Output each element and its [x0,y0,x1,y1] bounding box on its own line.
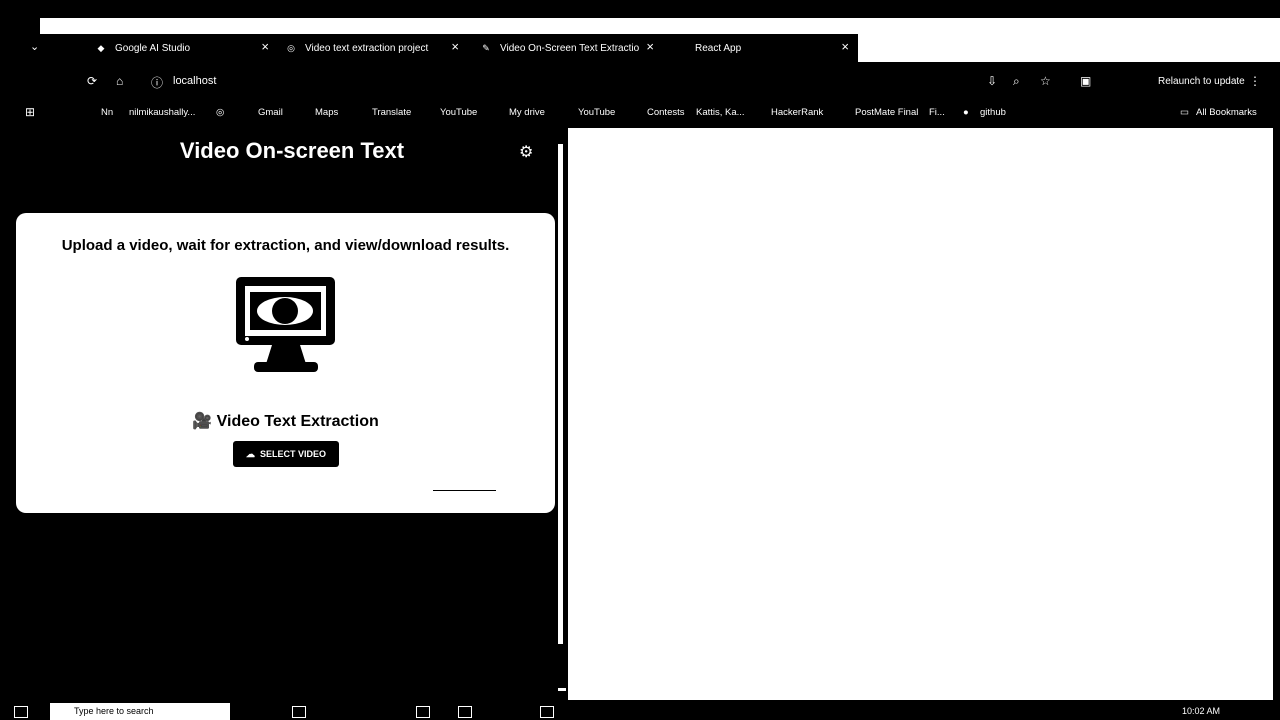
close-icon[interactable]: × [261,40,269,54]
github-icon: ● [963,107,969,118]
diamond-icon: ◆ [97,42,105,53]
select-video-button[interactable]: ☁ SELECT VIDEO [233,441,339,467]
close-icon[interactable]: × [451,40,459,54]
tab-video-onscreen-text-extraction[interactable]: ✎ Video On-Screen Text Extractio × [480,34,660,62]
extensions-icon[interactable]: ▣ [1080,74,1091,88]
bookmarks-bar: ⊞ Nn nilmikaushally... ◎ Gmail Maps Tran… [0,98,1280,128]
close-icon[interactable]: × [841,40,849,54]
bookmark-postmate-final[interactable]: PostMate Final [855,107,918,118]
upload-card: Upload a video, wait for extraction, and… [16,213,555,513]
menu-kebab-icon[interactable]: ⋮ [1249,74,1261,88]
site-info-icon[interactable]: ⓘ [151,74,163,91]
tab-strip-empty-area [858,34,1280,62]
calendar-icon[interactable] [458,706,472,718]
task-view-icon[interactable] [292,706,306,718]
bookmark-item[interactable]: nilmikaushally... [129,107,195,118]
browser-tab-strip: ⌄ ◆ Google AI Studio × ◎ Video text extr… [0,0,1280,62]
bookmark-youtube[interactable]: YouTube [578,107,615,118]
windows-taskbar: Type here to search 10:02 AM [0,700,1280,720]
bookmark-item[interactable]: Fi... [929,107,945,118]
tab-label: Google AI Studio [115,42,191,54]
bookmark-maps[interactable]: Maps [315,107,338,118]
folder-icon: ▭ [1180,107,1189,118]
bookmark-gmail[interactable]: Gmail [258,107,283,118]
tab-label: React App [695,42,742,54]
bookmark-translate[interactable]: Translate [372,107,411,118]
page-title: Video On-screen Text [179,138,405,163]
cloud-upload-icon: ☁ [245,448,255,459]
tab-search-chevron-icon[interactable]: ⌄ [30,40,39,53]
address-bar[interactable]: localhost [173,75,216,87]
scrollbar[interactable] [558,144,563,644]
app-panel: Video On-screen Text ⚙ Upload a video, w… [16,130,558,690]
zoom-icon[interactable]: ⌕ [1013,74,1020,89]
file-explorer-icon[interactable] [416,706,430,718]
globe-icon: ◎ [287,42,295,53]
bookmark-contests[interactable]: Contests [647,107,685,118]
pencil-icon: ✎ [482,42,490,53]
close-icon[interactable]: × [646,40,654,54]
bookmark-my-drive[interactable]: My drive [509,107,545,118]
tab-label: Video On-Screen Text Extractio [500,42,640,54]
tab-label: Video text extraction project [305,42,429,54]
bookmark-youtube[interactable]: YouTube [440,107,477,118]
gear-icon[interactable]: ⚙ [519,142,533,162]
results-pane [568,128,1273,700]
divider [433,490,496,491]
tab-google-ai-studio[interactable]: ◆ Google AI Studio × [95,34,275,62]
start-windows-icon[interactable] [14,706,28,718]
bookmark-kattis[interactable]: Kattis, Ka... [696,107,745,118]
apps-grid-icon[interactable]: ⊞ [25,105,35,119]
app-icon[interactable] [540,706,554,718]
globe-icon[interactable]: ◎ [216,107,224,118]
video-camera-icon: 🎥 [192,413,213,430]
bookmark-item[interactable]: Nn [101,107,113,118]
browser-toolbar: ⟳ ⌂ ⓘ localhost ⇩ ⌕ ☆ ▣ Relaunch to upda… [0,62,1280,98]
tab-video-text-extraction-project[interactable]: ◎ Video text extraction project × [285,34,465,62]
monitor-eye-icon [236,277,335,372]
all-bookmarks[interactable]: All Bookmarks [1196,107,1257,118]
clock-time[interactable]: 10:02 AM [1182,706,1220,716]
taskbar-search-input[interactable]: Type here to search [50,703,230,720]
scrollbar-end [558,688,566,691]
star-icon[interactable]: ☆ [1040,74,1051,88]
extraction-title: 🎥 Video Text Extraction [192,413,379,430]
card-heading: Upload a video, wait for extraction, and… [61,237,510,254]
install-icon[interactable]: ⇩ [987,74,997,88]
home-icon[interactable]: ⌂ [116,74,123,88]
bookmark-github[interactable]: github [980,107,1006,118]
bookmark-hackerrank[interactable]: HackerRank [771,107,823,118]
window-title-bar [40,18,1280,34]
window-edge [1273,128,1280,700]
reload-icon[interactable]: ⟳ [87,74,97,88]
relaunch-to-update-button[interactable]: Relaunch to update [1158,76,1245,87]
tab-react-app[interactable]: React App × [675,34,855,62]
